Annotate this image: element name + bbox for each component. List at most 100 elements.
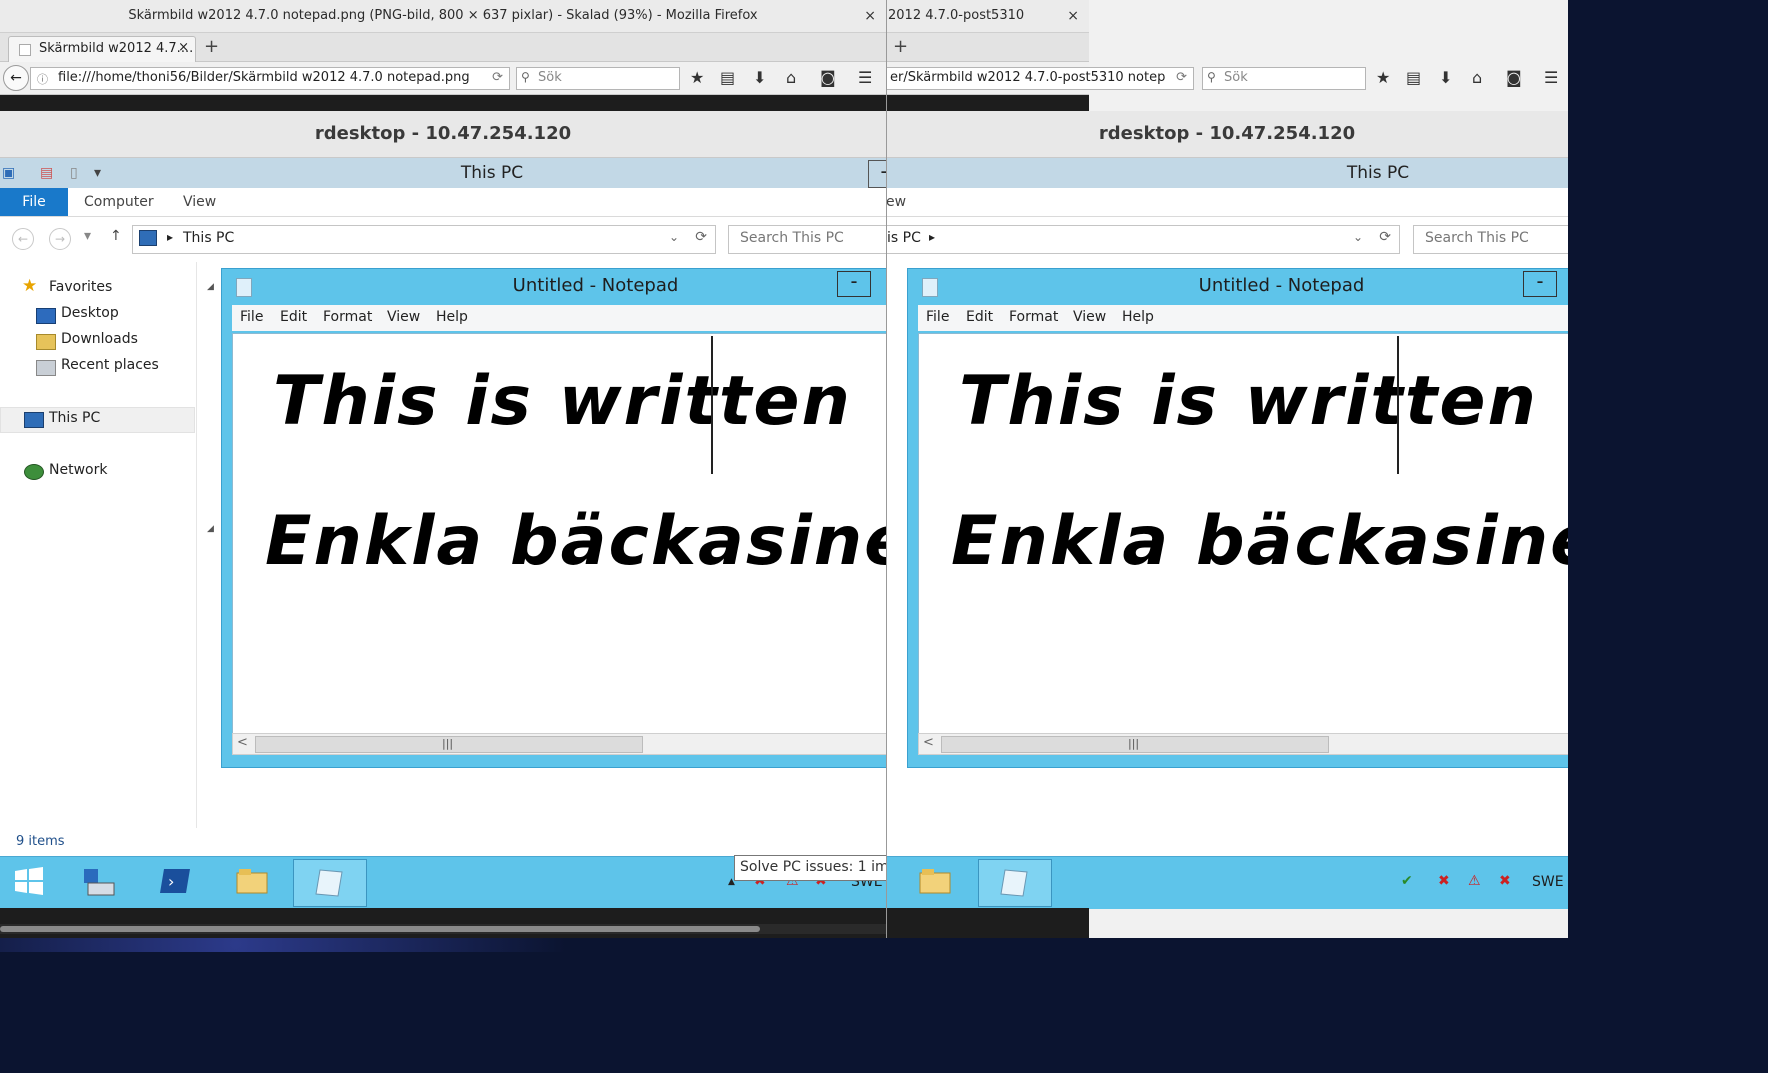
horizontal-scrollbar[interactable]: < ||| bbox=[232, 733, 886, 755]
menu-help[interactable]: Help bbox=[1122, 309, 1154, 325]
ribbon-computer-tab[interactable]: Computer bbox=[84, 194, 154, 210]
reading-list-icon[interactable]: ▤ bbox=[1406, 68, 1421, 87]
bookmark-star-icon[interactable]: ★ bbox=[690, 68, 704, 87]
menu-file[interactable]: File bbox=[926, 309, 949, 325]
rdesktop-title-bar: rdesktop - 10.47.254.120 bbox=[0, 111, 886, 158]
firefox-tab[interactable]: Skärmbild w2012 4.7.... × bbox=[8, 36, 196, 62]
notepad-menu-bar: File Edit Format View Help bbox=[232, 305, 886, 331]
chevron-right-icon[interactable]: ▸ bbox=[929, 230, 935, 244]
action-center-icon[interactable]: ✖ bbox=[1499, 873, 1511, 889]
minimize-button[interactable]: – bbox=[868, 160, 886, 188]
menu-format[interactable]: Format bbox=[323, 309, 372, 325]
recent-locations-icon[interactable]: ▾ bbox=[84, 228, 91, 244]
reload-icon[interactable]: ⟳ bbox=[492, 70, 503, 85]
server-manager-button[interactable] bbox=[64, 859, 136, 905]
hamburger-menu-icon[interactable]: ☰ bbox=[1544, 68, 1558, 87]
tab-label: Skärmbild w2012 4.7.... bbox=[39, 41, 194, 56]
svg-text:›: › bbox=[168, 872, 174, 891]
window-close-icon[interactable]: × bbox=[864, 0, 876, 32]
pocket-icon[interactable]: ◙ bbox=[1506, 68, 1522, 87]
bookmark-star-icon[interactable]: ★ bbox=[1376, 68, 1390, 87]
ribbon-file-tab[interactable]: File bbox=[0, 188, 68, 216]
url-bar-right[interactable]: er/Skärmbild w2012 4.7.0-post5310 notepa… bbox=[886, 67, 1194, 90]
chevron-down-icon[interactable]: ⌄ bbox=[669, 230, 679, 244]
address-bar-right[interactable]: is PC ▸ ⌄ ⟳ bbox=[886, 225, 1400, 254]
firefox-horizontal-scrollbar[interactable] bbox=[0, 924, 886, 934]
horizontal-scrollbar-right[interactable]: < ||| bbox=[918, 733, 1568, 755]
notepad-text-area-right[interactable]: This is written Enkla bäckasine bbox=[918, 333, 1568, 735]
volume-muted-icon[interactable]: ✖ bbox=[1438, 873, 1450, 889]
powershell-button[interactable]: › bbox=[140, 859, 212, 905]
home-icon[interactable]: ⌂ bbox=[786, 68, 796, 87]
new-tab-button[interactable]: + bbox=[204, 36, 219, 57]
up-arrow-icon[interactable]: ↑ bbox=[110, 228, 122, 244]
language-indicator[interactable]: SWE bbox=[1532, 874, 1564, 890]
scrollbar-thumb[interactable]: ||| bbox=[941, 736, 1329, 753]
notepad-minimize-button[interactable]: – bbox=[1523, 271, 1557, 297]
hamburger-menu-icon[interactable]: ☰ bbox=[858, 68, 872, 87]
back-button[interactable]: ← bbox=[3, 65, 29, 91]
ribbon-view-tab-partial[interactable]: ew bbox=[886, 194, 906, 210]
window-close-icon[interactable]: × bbox=[1067, 0, 1079, 32]
security-ok-icon[interactable]: ✔ bbox=[1401, 873, 1413, 889]
tab-close-icon[interactable]: × bbox=[178, 40, 189, 55]
network-warning-icon[interactable]: ⚠ bbox=[1468, 873, 1481, 889]
info-icon[interactable]: ⓘ bbox=[37, 71, 48, 87]
firefox-search-box[interactable]: ⚲ Sök bbox=[516, 67, 680, 90]
back-arrow-icon[interactable]: ← bbox=[12, 228, 34, 250]
start-button[interactable] bbox=[0, 859, 66, 905]
menu-file[interactable]: File bbox=[240, 309, 263, 325]
notepad-taskbar-button[interactable] bbox=[293, 859, 367, 907]
powershell-icon: › bbox=[160, 869, 190, 893]
scroll-up-icon[interactable]: ◢ bbox=[207, 282, 214, 292]
scroll-left-icon[interactable]: < bbox=[923, 735, 934, 750]
explorer-search-input[interactable]: Search This PC bbox=[728, 225, 886, 254]
reload-icon[interactable]: ⟳ bbox=[1176, 70, 1187, 85]
nav-downloads[interactable]: Downloads bbox=[61, 331, 138, 347]
scroll-down-icon[interactable]: ◢ bbox=[207, 524, 214, 534]
firefox-scrollbar-thumb[interactable] bbox=[0, 926, 760, 932]
file-explorer-button[interactable] bbox=[217, 859, 289, 905]
refresh-icon[interactable]: ⟳ bbox=[1379, 229, 1391, 245]
home-icon[interactable]: ⌂ bbox=[1472, 68, 1482, 87]
download-icon[interactable]: ⬇ bbox=[753, 68, 766, 87]
text-line-2: Enkla bäckasine bbox=[265, 502, 886, 581]
chevron-down-icon[interactable]: ⌄ bbox=[1353, 230, 1363, 244]
menu-view[interactable]: View bbox=[387, 309, 420, 325]
recent-places-icon bbox=[36, 360, 56, 376]
status-bar: 9 items bbox=[0, 828, 886, 856]
firefox-tab-strip: Skärmbild w2012 4.7.... × + bbox=[0, 33, 886, 62]
nav-desktop[interactable]: Desktop bbox=[61, 305, 119, 321]
menu-edit[interactable]: Edit bbox=[280, 309, 307, 325]
explorer-search-input-right[interactable]: Search This PC bbox=[1413, 225, 1568, 254]
menu-format[interactable]: Format bbox=[1009, 309, 1058, 325]
nav-recent-places[interactable]: Recent places bbox=[61, 357, 159, 373]
forward-arrow-icon[interactable]: → bbox=[49, 228, 71, 250]
notepad-taskbar-button[interactable] bbox=[978, 859, 1052, 907]
notepad-minimize-button[interactable]: – bbox=[837, 271, 871, 297]
nav-favorites[interactable]: Favorites bbox=[49, 279, 112, 295]
download-icon[interactable]: ⬇ bbox=[1439, 68, 1452, 87]
file-explorer-button[interactable] bbox=[900, 859, 972, 905]
menu-view[interactable]: View bbox=[1073, 309, 1106, 325]
menu-edit[interactable]: Edit bbox=[966, 309, 993, 325]
breadcrumb-partial[interactable]: is PC bbox=[887, 230, 921, 246]
scrollbar-thumb[interactable]: ||| bbox=[255, 736, 643, 753]
menu-help[interactable]: Help bbox=[436, 309, 468, 325]
url-bar[interactable]: ⓘ file:///home/thoni56/Bilder/Skärmbild … bbox=[30, 67, 510, 90]
ribbon-view-tab[interactable]: View bbox=[183, 194, 216, 210]
refresh-icon[interactable]: ⟳ bbox=[695, 229, 707, 245]
chevron-right-icon[interactable]: ▸ bbox=[167, 230, 173, 244]
address-bar[interactable]: ▸ This PC ⌄ ⟳ bbox=[132, 225, 716, 254]
nav-network[interactable]: Network bbox=[49, 462, 107, 478]
notepad-text-area[interactable]: This is written Enkla bäckasine bbox=[232, 333, 886, 735]
search-placeholder: Sök bbox=[538, 70, 562, 85]
nav-this-pc[interactable]: This PC bbox=[49, 410, 100, 426]
pocket-icon[interactable]: ◙ bbox=[820, 68, 836, 87]
scroll-left-icon[interactable]: < bbox=[237, 735, 248, 750]
breadcrumb-this-pc[interactable]: This PC bbox=[183, 230, 234, 246]
firefox-search-box-right[interactable]: ⚲ Sök bbox=[1202, 67, 1366, 90]
address-row-right: is PC ▸ ⌄ ⟳ Search This PC bbox=[886, 217, 1568, 261]
new-tab-button[interactable]: + bbox=[893, 36, 908, 57]
reading-list-icon[interactable]: ▤ bbox=[720, 68, 735, 87]
